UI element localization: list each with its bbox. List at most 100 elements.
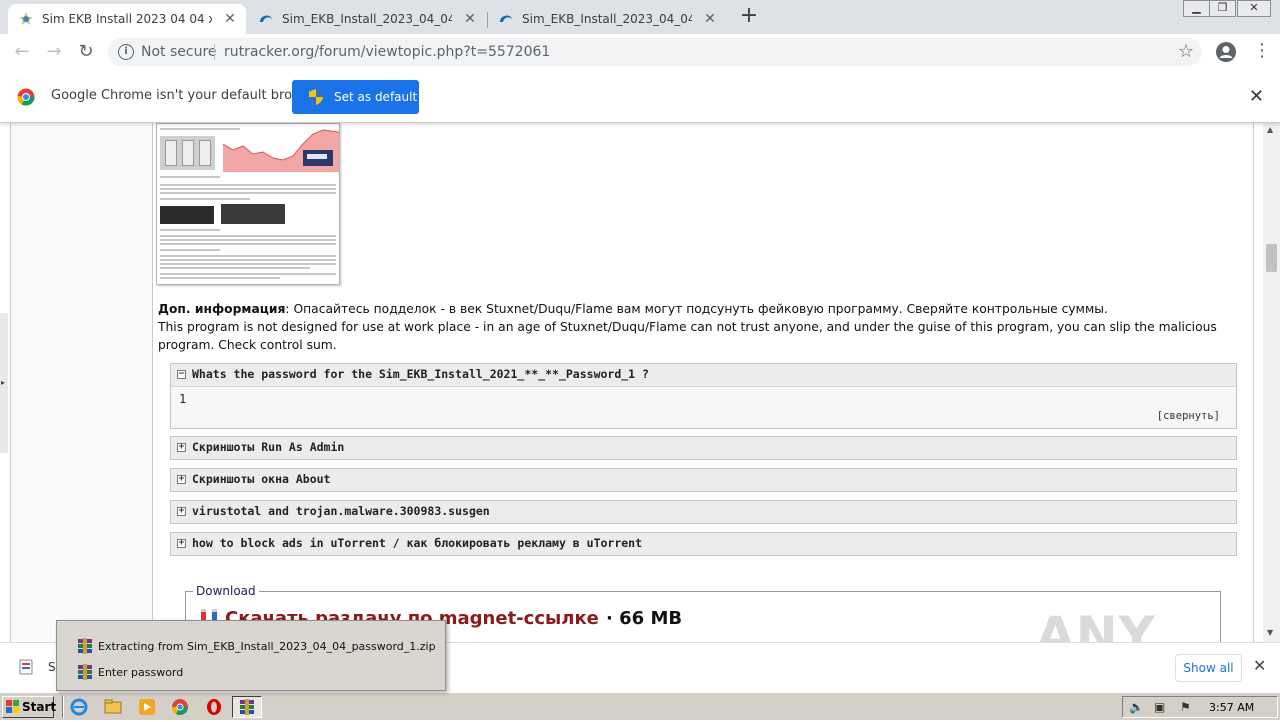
thumb-text-line [160, 184, 336, 186]
spoiler-header[interactable]: + virustotal and trojan.malware.300983.s… [171, 501, 1236, 523]
tab-title: Sim_EKB_Install_2023_04_04_passw [522, 12, 692, 26]
volume-icon[interactable]: 🔈 [1129, 700, 1144, 714]
start-label: Start [22, 700, 57, 714]
plus-toggle-icon[interactable]: + [177, 507, 186, 516]
plus-toggle-icon[interactable]: + [177, 539, 186, 548]
spoiler-title: Скриншоты окна About [192, 472, 331, 486]
back-button[interactable]: ← [10, 41, 34, 63]
thumb-text-line [160, 239, 336, 241]
start-button[interactable]: Start [2, 696, 57, 718]
spoiler-title: how to block ads in uTorrent / как блоки… [192, 536, 643, 550]
left-column [11, 123, 152, 642]
set-as-default-button[interactable]: Set as default [292, 80, 419, 114]
download-item-name[interactable]: S [48, 660, 56, 674]
page-viewport: ▸ Доп. информация: Опасайтесь подделок -… [0, 123, 1263, 642]
left-border [10, 123, 11, 642]
chrome-taskbar-icon[interactable] [171, 698, 189, 716]
extra-info-ru-text: : Опасайтесь подделок - в век Stuxnet/Du… [285, 302, 1108, 316]
torrent-size: · 66 MB [606, 608, 682, 629]
thumb-text-line [160, 192, 336, 194]
extra-info-ru: Доп. информация: Опасайтесь подделок - в… [158, 302, 1108, 316]
bookmark-star-icon[interactable]: ☆ [1178, 41, 1194, 62]
spoiler-header[interactable]: − Whats the password for the Sim_EKB_Ins… [171, 364, 1236, 386]
menu-kebab-icon[interactable]: ⋮ [1253, 41, 1271, 61]
edge-swirl-icon [260, 15, 272, 22]
uac-shield-icon [309, 89, 323, 105]
thumb-text-line [160, 259, 336, 261]
screenshot-thumbnail[interactable] [156, 123, 340, 285]
tab-title: Sim EKB Install 2023 04 04 x32 [2023 [42, 12, 212, 26]
popup-item-label: Extracting from Sim_EKB_Install_2023_04_… [98, 639, 436, 653]
spoiler-block-ads: + how to block ads in uTorrent / как бло… [170, 532, 1237, 556]
windows-taskbar: Start 🔈 ▣ ⚑ 3:57 AM [0, 692, 1280, 720]
tab-2[interactable]: Sim_EKB_Install_2023_04_04_passw ✕ [248, 4, 486, 34]
network-icon[interactable]: ▣ [1154, 700, 1169, 714]
page-scrollbar[interactable]: ▲ ▼ [1263, 123, 1280, 642]
chrome-logo-icon [17, 88, 35, 106]
tab-3[interactable]: Sim_EKB_Install_2023_04_04_passw ✕ [488, 4, 726, 34]
internet-explorer-icon[interactable] [70, 698, 88, 716]
thumb-photo-usb [160, 206, 214, 224]
spoiler-header[interactable]: + Скриншоты Run As Admin [171, 437, 1236, 459]
media-player-icon[interactable] [138, 698, 156, 716]
minimize-button[interactable]: ▁ [1183, 0, 1210, 17]
show-all-button[interactable]: Show all [1175, 654, 1242, 682]
reload-button[interactable]: ↻ [74, 41, 98, 63]
extra-info-en-1: This program is not designed for use at … [158, 320, 1217, 334]
winrar-taskbar-button[interactable] [232, 696, 262, 718]
taskbar-separator [62, 696, 64, 718]
download-legend: Download [193, 584, 259, 598]
url-text[interactable]: rutracker.org/forum/viewtopic.php?t=5572… [224, 44, 550, 60]
tab-close-icon[interactable]: ✕ [702, 11, 718, 27]
rutracker-favicon-icon [19, 12, 33, 25]
file-explorer-icon[interactable] [104, 698, 122, 716]
profile-avatar-icon[interactable] [1215, 41, 1237, 63]
spoiler-body: 1 [свернуть] [171, 386, 1236, 428]
flag-icon[interactable]: ⚑ [1180, 700, 1195, 714]
plus-toggle-icon[interactable]: + [177, 443, 186, 452]
browser-toolbar: ← → ↻ i Not secure rutracker.org/forum/v… [0, 34, 1280, 70]
info-icon[interactable]: i [118, 44, 134, 60]
maximize-button[interactable]: ❐ [1209, 0, 1236, 17]
downloads-close-icon[interactable]: ✕ [1253, 656, 1266, 675]
opera-icon[interactable] [205, 698, 223, 716]
set-as-default-label: Set as default [334, 90, 418, 104]
winrar-icon [240, 699, 254, 715]
spoiler-header[interactable]: + Скриншоты окна About [171, 469, 1236, 491]
security-label: Not secure [141, 44, 217, 60]
spoiler-title: Скриншоты Run As Admin [192, 440, 345, 454]
tab-active[interactable]: Sim EKB Install 2023 04 04 x32 [2023 ✕ [8, 4, 246, 34]
spoiler-header[interactable]: + how to block ads in uTorrent / как бло… [171, 533, 1236, 555]
popup-item-enter-password[interactable]: Enter password [77, 663, 183, 681]
scroll-up-icon[interactable]: ▲ [1267, 125, 1273, 134]
popup-item-extracting[interactable]: Extracting from Sim_EKB_Install_2023_04_… [77, 637, 436, 655]
new-tab-button[interactable]: + [738, 5, 760, 27]
thumb-photo-device [160, 136, 215, 170]
thumb-photo-key [221, 204, 285, 224]
system-tray [1122, 696, 1278, 718]
tab-strip: Sim EKB Install 2023 04 04 x32 [2023 ✕ S… [0, 0, 1280, 34]
scrollbar-thumb[interactable] [1266, 244, 1277, 272]
winrar-icon [78, 664, 92, 680]
tab-close-icon[interactable]: ✕ [462, 11, 478, 27]
spoiler-title: Whats the password for the Sim_EKB_Insta… [192, 367, 649, 381]
thumb-text-line [160, 255, 336, 257]
address-bar[interactable]: i Not secure rutracker.org/forum/viewtop… [108, 38, 1202, 66]
password-value: 1 [179, 392, 187, 406]
thumb-text-line [160, 243, 336, 245]
spoiler-password: − Whats the password for the Sim_EKB_Ins… [170, 363, 1237, 429]
side-arrow-icon[interactable]: ▸ [1, 378, 5, 387]
thumb-text-line [160, 235, 336, 237]
close-window-button[interactable]: ✕ [1237, 0, 1271, 17]
thumb-text-line [160, 188, 336, 190]
minus-toggle-icon[interactable]: − [177, 370, 186, 379]
winrar-icon [78, 638, 92, 654]
windows-logo-icon [6, 700, 19, 713]
tab-close-icon[interactable]: ✕ [222, 11, 238, 27]
plus-toggle-icon[interactable]: + [177, 475, 186, 484]
spoiler-run-as-admin: + Скриншоты Run As Admin [170, 436, 1237, 460]
infobar-close-icon[interactable]: ✕ [1249, 86, 1264, 107]
default-browser-infobar: Google Chrome isn't your default browser… [0, 70, 1280, 123]
forward-button[interactable]: → [42, 41, 66, 63]
collapse-link[interactable]: [свернуть] [1157, 410, 1220, 422]
